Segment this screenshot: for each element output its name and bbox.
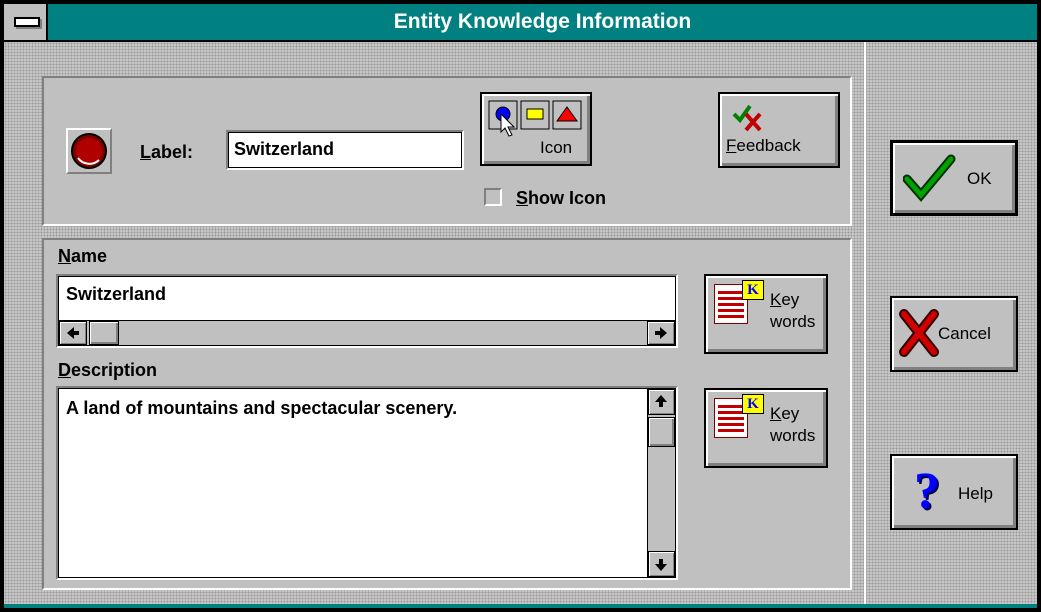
label-caption: Label: <box>140 142 194 162</box>
green-checkmark-icon <box>903 154 956 202</box>
scroll-right-button[interactable] <box>647 321 675 345</box>
description-input[interactable]: A land of mountains and spectacular scen… <box>56 386 678 580</box>
name-keywords-label-1: Key <box>770 290 800 309</box>
svg-text:?: ? <box>914 464 940 518</box>
icon-button[interactable]: Icon <box>480 92 592 166</box>
window-frame: Entity Knowledge Information Label: Swit… <box>0 0 1041 612</box>
description-keywords-label-1: Key <box>770 404 800 423</box>
system-menu-button[interactable] <box>4 4 48 40</box>
window-title: Entity Knowledge Information <box>393 10 692 33</box>
name-keywords-button[interactable]: K Key words <box>704 274 828 354</box>
red-ball-icon <box>71 133 107 169</box>
scroll-up-button[interactable] <box>648 389 675 415</box>
label-input-value: Switzerland <box>234 139 335 159</box>
name-scroll-thumb[interactable] <box>89 321 119 345</box>
name-keywords-label-2: words <box>770 312 816 331</box>
arrow-right-icon <box>655 327 667 339</box>
keyword-document-icon: K <box>706 390 770 450</box>
title-bar[interactable]: Entity Knowledge Information <box>4 4 1037 42</box>
feedback-button[interactable]: Feedback <box>718 92 840 168</box>
arrow-down-icon <box>655 559 667 571</box>
label-panel: Label: Switzerland Icon Show Icon Feedba… <box>42 76 852 226</box>
description-keywords-label-2: words <box>770 426 816 445</box>
question-mark-icon: ? ? <box>914 464 942 518</box>
name-hscrollbar[interactable] <box>59 320 675 345</box>
cancel-button[interactable]: Cancel <box>890 296 1018 372</box>
ok-button[interactable]: OK <box>890 140 1018 216</box>
arrow-left-icon <box>67 327 79 339</box>
ok-label: OK <box>967 169 992 188</box>
cancel-label: Cancel <box>938 324 991 343</box>
dialog-window: Entity Knowledge Information Label: Swit… <box>0 0 1041 612</box>
system-menu-icon <box>14 17 40 27</box>
bottom-border-strip <box>4 604 1037 608</box>
label-input[interactable]: Switzerland <box>226 130 464 170</box>
details-panel: Name Switzerland K Key words Description… <box>42 238 852 590</box>
keyword-document-icon: K <box>706 276 770 336</box>
arrow-up-icon <box>655 395 667 407</box>
red-x-icon <box>899 309 939 357</box>
show-icon-label[interactable]: Show Icon <box>516 188 606 209</box>
scroll-down-button[interactable] <box>648 551 675 577</box>
description-keywords-button[interactable]: K Key words <box>704 388 828 468</box>
description-vscrollbar[interactable] <box>647 389 675 577</box>
shape-palette-icon <box>488 100 582 137</box>
description-scroll-thumb[interactable] <box>648 417 675 447</box>
icon-button-label: Icon <box>540 138 573 157</box>
help-label: Help <box>958 484 993 503</box>
name-input[interactable]: Switzerland <box>56 274 678 348</box>
name-heading: Name <box>58 246 108 266</box>
description-input-value: A land of mountains and spectacular scen… <box>66 398 458 418</box>
help-button[interactable]: ? ? Help <box>890 454 1018 530</box>
description-heading: Description <box>58 360 158 380</box>
check-cross-icon <box>732 104 762 132</box>
feedback-label: Feedback <box>726 136 801 155</box>
entity-icon-frame <box>66 128 112 174</box>
name-input-value: Switzerland <box>66 284 167 304</box>
show-icon-checkbox[interactable] <box>484 188 502 206</box>
button-column-divider <box>864 42 866 604</box>
scroll-left-button[interactable] <box>59 321 87 345</box>
